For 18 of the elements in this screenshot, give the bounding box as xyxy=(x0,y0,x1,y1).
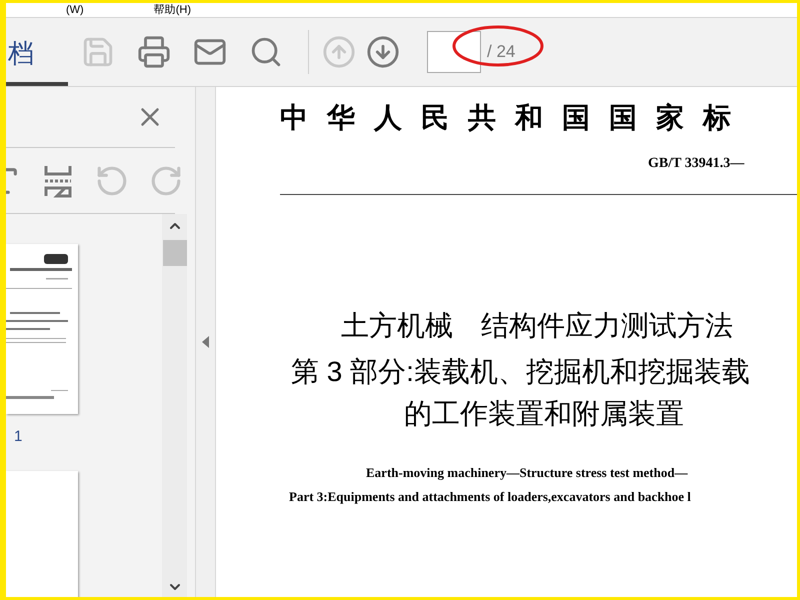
document-title-line: 的工作装置和附属装置 xyxy=(403,397,685,431)
english-title-line: Part 3:Equipments and attachments of loaders,excavators and backhoe l xyxy=(288,488,692,506)
document-title-line: 第 3 部分:装载机、挖掘机和挖掘装载 xyxy=(290,355,751,389)
page-number-field[interactable] xyxy=(427,31,481,73)
menu-item[interactable]: 帮助(H) xyxy=(154,3,191,17)
down-arrow-icon[interactable] xyxy=(365,34,401,70)
english-title-line: Earth-moving machinery—Structure stress test method— xyxy=(365,464,689,482)
document-heading: 中华人民共和国国家标 xyxy=(279,100,751,136)
printer-icon[interactable] xyxy=(136,34,172,70)
scrollbar-thumb[interactable] xyxy=(162,240,186,266)
page-thumbnail[interactable] xyxy=(6,244,78,414)
collapse-arrow-icon[interactable] xyxy=(202,336,210,348)
page-thumbnail[interactable] xyxy=(6,470,78,597)
page-number-label: 1 xyxy=(13,427,22,447)
page-total: / 24 xyxy=(487,41,516,64)
standard-code: GB/T 33941.3— xyxy=(647,155,746,173)
menu-item[interactable]: (W) xyxy=(66,3,84,17)
document-title-line: 土方机械 结构件应力测试方法 xyxy=(340,309,734,343)
